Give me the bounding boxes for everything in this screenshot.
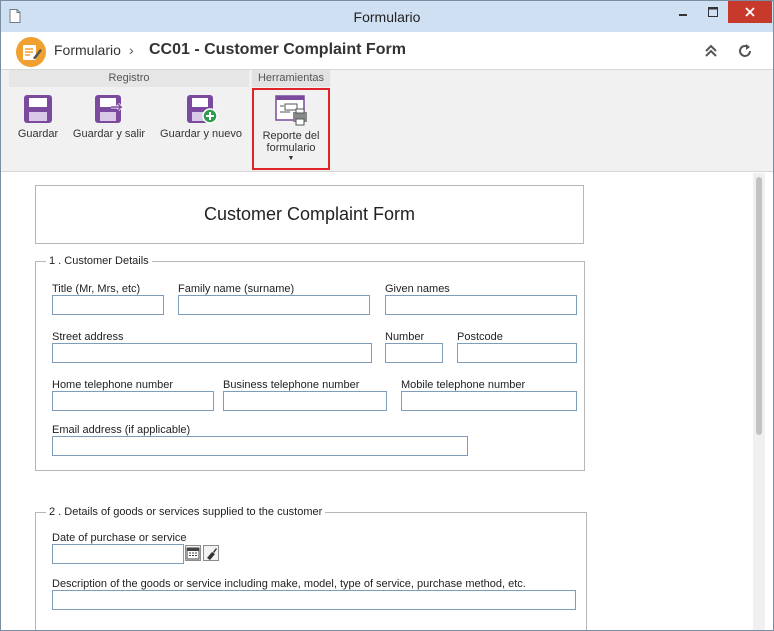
breadcrumb-formulario[interactable]: Formulario bbox=[54, 42, 121, 58]
form-report-label-line2: formulario bbox=[266, 142, 316, 154]
close-icon bbox=[745, 7, 755, 17]
title-bar: Formulario bbox=[1, 1, 773, 32]
title-input[interactable] bbox=[52, 295, 164, 315]
calendar-icon bbox=[186, 547, 200, 560]
form-title: Customer Complaint Form bbox=[203, 204, 416, 224]
number-input[interactable] bbox=[385, 343, 443, 363]
save-new-button[interactable]: Guardar y nuevo bbox=[155, 88, 247, 140]
clear-date-button[interactable] bbox=[203, 545, 219, 561]
business-phone-input[interactable] bbox=[223, 391, 387, 411]
given-names-input[interactable] bbox=[385, 295, 577, 315]
save-exit-label: Guardar y salir bbox=[72, 128, 146, 140]
title-label: Title (Mr, Mrs, etc) bbox=[52, 283, 141, 295]
page-title: CC01 - Customer Complaint Form bbox=[149, 41, 406, 58]
form-report-icon bbox=[275, 95, 307, 126]
close-button[interactable] bbox=[728, 1, 772, 23]
form-title-box: Customer Complaint Form bbox=[35, 185, 584, 244]
header-bar: Formulario › CC01 - Customer Complaint F… bbox=[1, 32, 773, 70]
minimize-icon bbox=[679, 14, 687, 16]
calendar-button[interactable] bbox=[185, 545, 201, 561]
save-icon bbox=[24, 95, 52, 123]
section-1-legend: 1 . Customer Details bbox=[49, 255, 149, 267]
collapse-icon[interactable] bbox=[702, 42, 720, 60]
window-title: Formulario bbox=[353, 9, 421, 25]
form-content: Customer Complaint Form 1 . Customer Det… bbox=[1, 173, 773, 630]
description-input[interactable] bbox=[52, 590, 576, 610]
vertical-scrollbar[interactable] bbox=[753, 173, 765, 630]
section-2-legend: 2 . Details of goods or services supplie… bbox=[49, 506, 323, 518]
description-label: Description of the goods or service incl… bbox=[52, 578, 526, 590]
purchase-date-label: Date of purchase or service bbox=[52, 532, 187, 544]
chevron-down-icon: ▼ bbox=[287, 155, 295, 162]
maximize-button[interactable] bbox=[698, 1, 728, 23]
formulario-window: Formulario Formulario › CC01 - Customer … bbox=[0, 0, 774, 631]
breadcrumb-separator: › bbox=[129, 42, 134, 58]
scrollbar-thumb[interactable] bbox=[756, 177, 762, 435]
save-label: Guardar bbox=[17, 128, 59, 140]
form-report-button[interactable]: Reporte del formulario ▼ bbox=[252, 88, 330, 170]
minimize-button[interactable] bbox=[668, 1, 698, 23]
family-name-label: Family name (surname) bbox=[178, 283, 295, 295]
business-phone-label: Business telephone number bbox=[223, 379, 360, 391]
maximize-icon bbox=[708, 7, 718, 17]
postcode-label: Postcode bbox=[457, 331, 503, 343]
number-label: Number bbox=[385, 331, 425, 343]
form-report-label-line1: Reporte del bbox=[262, 130, 320, 142]
ribbon-group-herramientas: Herramientas bbox=[252, 70, 330, 87]
save-new-label: Guardar y nuevo bbox=[160, 128, 242, 140]
save-exit-icon bbox=[95, 95, 125, 123]
given-names-label: Given names bbox=[385, 283, 450, 295]
email-input[interactable] bbox=[52, 436, 468, 456]
home-phone-input[interactable] bbox=[52, 391, 214, 411]
family-name-input[interactable] bbox=[178, 295, 370, 315]
save-button[interactable]: Guardar bbox=[9, 88, 67, 140]
save-exit-button[interactable]: Guardar y salir bbox=[69, 88, 149, 140]
street-address-input[interactable] bbox=[52, 343, 372, 363]
email-label: Email address (if applicable) bbox=[52, 424, 191, 436]
purchase-date-input[interactable] bbox=[52, 544, 184, 564]
postcode-input[interactable] bbox=[457, 343, 577, 363]
form-logo-icon bbox=[16, 37, 46, 67]
save-new-icon bbox=[187, 95, 218, 124]
eraser-icon bbox=[207, 548, 217, 560]
home-phone-label: Home telephone number bbox=[52, 379, 174, 391]
street-address-label: Street address bbox=[52, 331, 124, 343]
refresh-icon[interactable] bbox=[736, 42, 754, 60]
mobile-phone-input[interactable] bbox=[401, 391, 577, 411]
mobile-phone-label: Mobile telephone number bbox=[401, 379, 526, 391]
ribbon-toolbar: Registro Herramientas Guardar Guardar y … bbox=[1, 70, 773, 172]
ribbon-group-registro: Registro bbox=[9, 70, 249, 87]
section-goods-services: 2 . Details of goods or services supplie… bbox=[35, 506, 587, 630]
